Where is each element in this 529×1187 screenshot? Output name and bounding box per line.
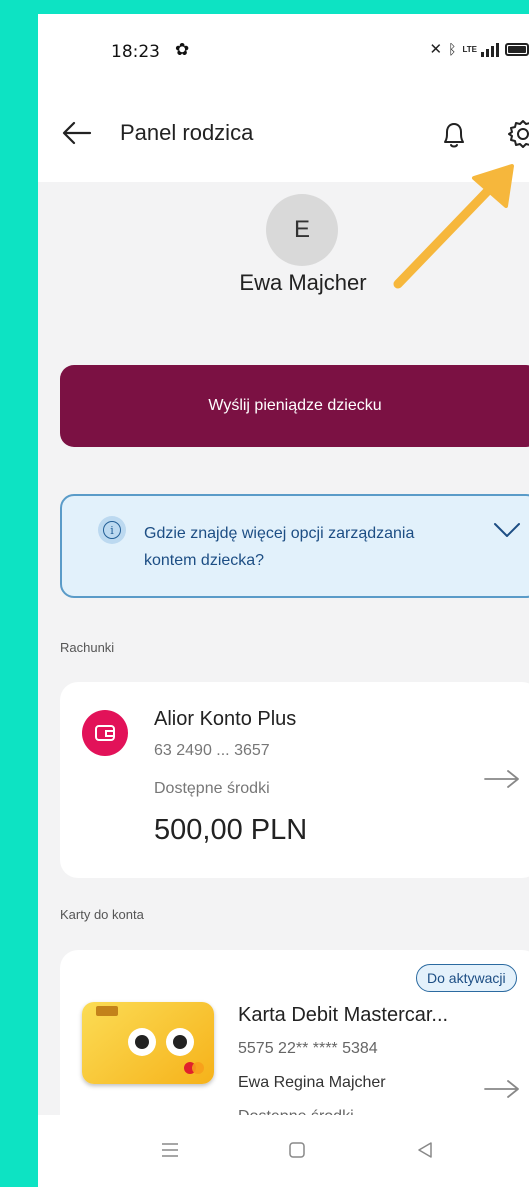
page-title: Panel rodzica bbox=[120, 120, 254, 145]
available-funds-label: Dostępne środki bbox=[154, 780, 270, 797]
account-card[interactable]: Alior Konto Plus 63 2490 ... 3657 Dostęp… bbox=[60, 682, 529, 878]
card-image bbox=[82, 1002, 214, 1084]
status-bar: 18:23 ✿ ✕ ᛒ LTE bbox=[38, 14, 529, 84]
status-gear-icon: ✿ bbox=[175, 40, 190, 59]
info-accordion[interactable]: i Gdzie znajdę więcej opcji zarządzania … bbox=[60, 494, 529, 598]
chevron-down-icon[interactable] bbox=[492, 520, 522, 540]
send-money-button[interactable]: Wyślij pieniądze dziecku bbox=[60, 365, 529, 447]
home-square-icon[interactable] bbox=[288, 1141, 306, 1159]
signal-icon bbox=[481, 41, 499, 57]
status-badge: Do aktywacji bbox=[416, 964, 517, 992]
account-balance: 500,00 PLN bbox=[154, 814, 308, 846]
card-name: Karta Debit Mastercar... bbox=[238, 1004, 449, 1026]
info-text: Gdzie znajdę więcej opcji zarządzania ko… bbox=[144, 525, 415, 569]
profile-name: Ewa Majcher bbox=[239, 270, 367, 295]
app-header: Panel rodzica bbox=[38, 84, 529, 182]
arrow-right-icon[interactable] bbox=[483, 1078, 521, 1100]
wallet-icon bbox=[82, 710, 128, 756]
phone-screen: 18:23 ✿ ✕ ᛒ LTE Panel rodzica E Ewa Majc… bbox=[38, 14, 529, 1187]
accounts-section-label: Rachunki bbox=[60, 640, 115, 655]
mute-icon: ✕ bbox=[429, 41, 443, 58]
arrow-left-icon[interactable] bbox=[62, 120, 92, 146]
bell-icon[interactable] bbox=[440, 120, 468, 150]
account-name: Alior Konto Plus bbox=[154, 708, 297, 730]
account-number: 63 2490 ... 3657 bbox=[154, 742, 270, 759]
bluetooth-icon: ᛒ bbox=[448, 41, 457, 57]
battery-icon bbox=[505, 42, 529, 56]
menu-icon[interactable] bbox=[160, 1141, 180, 1159]
card-number: 5575 22** **** 5384 bbox=[238, 1040, 378, 1057]
gear-icon[interactable] bbox=[507, 118, 529, 150]
info-icon: i bbox=[98, 516, 126, 544]
arrow-right-icon[interactable] bbox=[483, 768, 521, 790]
network-label: LTE bbox=[462, 44, 477, 54]
status-indicators: ✕ ᛒ LTE bbox=[430, 40, 529, 58]
status-time: 18:23 bbox=[111, 42, 160, 62]
card-holder: Ewa Regina Majcher bbox=[238, 1074, 386, 1091]
cards-section-label: Karty do konta bbox=[60, 907, 144, 922]
back-triangle-icon[interactable] bbox=[416, 1141, 434, 1159]
system-nav-bar bbox=[38, 1115, 529, 1187]
avatar: E bbox=[266, 194, 338, 266]
